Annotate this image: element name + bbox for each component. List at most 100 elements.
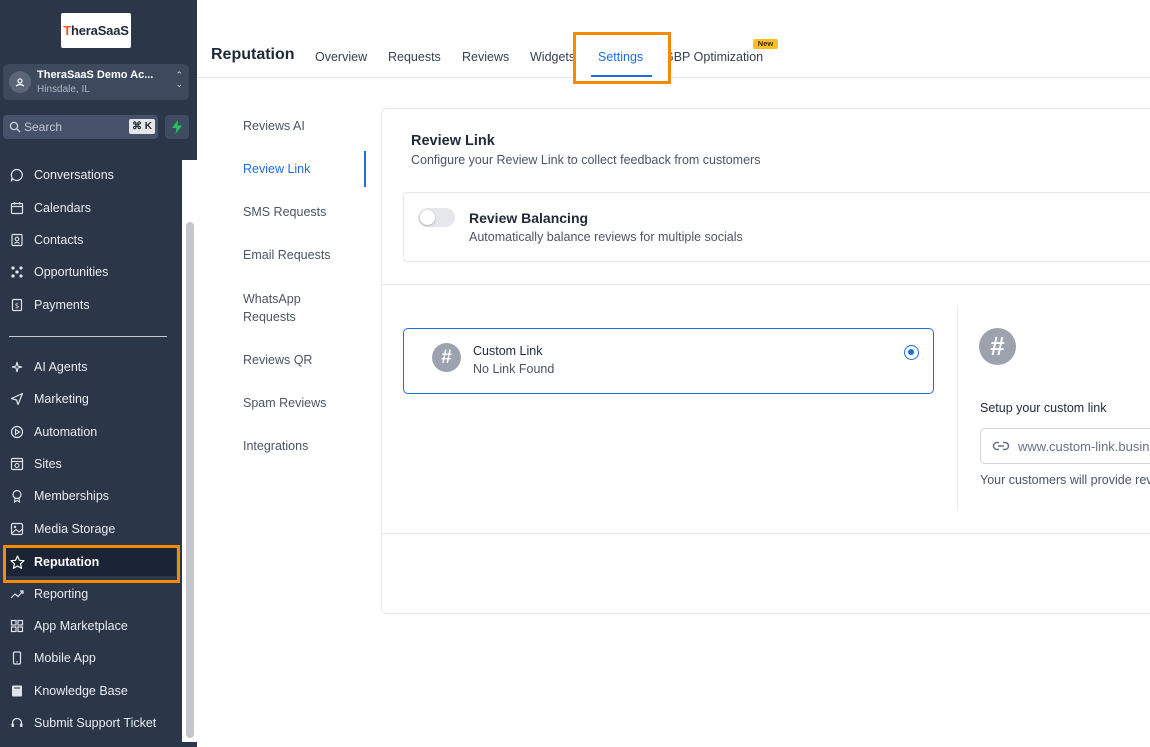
setup-custom-link-label: Setup your custom link — [980, 401, 1107, 415]
search-shortcut: ⌘ K — [129, 119, 155, 134]
card-footer-divider — [382, 533, 1150, 534]
settings-menu-whatsapp-requests[interactable]: WhatsApp Requests — [243, 290, 323, 326]
sidebar-item-label: Submit Support Ticket — [34, 716, 157, 730]
location-pin-icon — [9, 71, 31, 93]
custom-link-option-title: Custom Link — [473, 344, 543, 358]
logo-letter: T — [63, 23, 72, 38]
settings-menu-review-link[interactable]: Review Link — [243, 160, 310, 178]
sidebar-item-conversations[interactable]: Conversations — [0, 161, 180, 189]
search-input[interactable]: Search ⌘ K — [3, 115, 158, 139]
sparkle-icon — [9, 359, 25, 375]
settings-menu-reviews-qr[interactable]: Reviews QR — [243, 351, 312, 369]
calendar-icon — [9, 200, 25, 216]
custom-link-option-status: No Link Found — [473, 362, 555, 376]
review-balancing-subtitle: Automatically balance reviews for multip… — [469, 230, 743, 244]
sidebar: TheraSaaS TheraSaaS Demo Ac... Hinsdale,… — [0, 0, 197, 747]
sidebar-item-ai-agents[interactable]: AI Agents — [0, 353, 180, 381]
active-tab-indicator — [591, 75, 652, 77]
review-balancing-panel — [403, 192, 1150, 262]
review-balancing-title: Review Balancing — [469, 210, 589, 226]
sidebar-item-media-storage[interactable]: Media Storage — [0, 515, 180, 543]
headset-icon — [9, 715, 25, 731]
brand-logo[interactable]: TheraSaaS — [61, 13, 131, 48]
logo-text: heraSaaS — [71, 23, 129, 38]
sidebar-item-automation[interactable]: Automation — [0, 418, 180, 446]
toggle-knob — [420, 210, 435, 225]
sidebar-item-reporting[interactable]: Reporting — [0, 580, 180, 608]
vertical-divider — [957, 306, 958, 510]
hash-icon-large: # — [979, 328, 1016, 365]
sidebar-item-calendars[interactable]: Calendars — [0, 194, 180, 222]
sidebar-item-payments[interactable]: $ Payments — [0, 291, 180, 319]
tab-settings[interactable]: Settings — [598, 50, 643, 64]
sidebar-divider — [9, 336, 167, 337]
quick-action-bolt-icon[interactable] — [165, 115, 189, 139]
sidebar-item-label: Contacts — [34, 233, 84, 247]
sidebar-item-label: Sites — [34, 457, 62, 471]
sidebar-item-marketing[interactable]: Marketing — [0, 385, 180, 413]
settings-menu-active-indicator — [364, 151, 366, 187]
sidebar-item-label: Marketing — [34, 392, 89, 406]
sidebar-item-label: AI Agents — [34, 360, 88, 374]
search-placeholder: Search — [24, 120, 63, 134]
sidebar-item-label: Calendars — [34, 201, 91, 215]
sidebar-item-label: App Marketplace — [34, 619, 128, 633]
new-badge: New — [753, 39, 778, 49]
sidebar-item-memberships[interactable]: Memberships — [0, 482, 180, 510]
mobile-icon — [9, 650, 25, 666]
radio-dot — [908, 349, 914, 355]
payments-icon: $ — [9, 297, 25, 313]
sidebar-item-opportunities[interactable]: Opportunities — [0, 258, 180, 286]
custom-link-placeholder: www.custom-link.business — [1018, 439, 1150, 454]
account-name: TheraSaaS Demo Ac... — [37, 69, 154, 81]
account-location: Hinsdale, IL — [37, 84, 90, 95]
tab-requests[interactable]: Requests — [388, 50, 441, 64]
sidebar-item-knowledge-base[interactable]: Knowledge Base — [0, 677, 180, 705]
tab-widgets[interactable]: Widgets — [530, 50, 575, 64]
send-icon — [9, 391, 25, 407]
chat-bubble-icon — [9, 167, 25, 183]
review-balancing-toggle[interactable] — [418, 208, 455, 227]
book-icon — [9, 683, 25, 699]
badge-icon — [9, 488, 25, 504]
custom-link-helper-text: Your customers will provide reviews here — [980, 473, 1150, 487]
custom-link-radio[interactable] — [904, 345, 919, 360]
contacts-icon — [9, 232, 25, 248]
account-switcher[interactable]: TheraSaaS Demo Ac... Hinsdale, IL ⌃ ⌄ — [3, 64, 189, 100]
sidebar-item-label: Mobile App — [34, 651, 96, 665]
sidebar-item-sites[interactable]: Sites — [0, 450, 180, 478]
review-link-title: Review Link — [411, 133, 495, 149]
sidebar-item-app-marketplace[interactable]: App Marketplace — [0, 612, 180, 640]
sidebar-item-label: Knowledge Base — [34, 684, 128, 698]
opportunities-icon — [9, 264, 25, 280]
settings-menu-spam-reviews[interactable]: Spam Reviews — [243, 394, 326, 412]
search-icon — [9, 120, 21, 138]
sidebar-item-label: Conversations — [34, 168, 114, 182]
settings-menu-sms-requests[interactable]: SMS Requests — [243, 203, 326, 221]
custom-link-option[interactable] — [403, 328, 934, 394]
sites-icon — [9, 456, 25, 472]
top-navigation — [197, 0, 1150, 78]
reputation-highlight — [3, 545, 180, 583]
sidebar-item-label: Payments — [34, 298, 90, 312]
sidebar-scrollbar[interactable] — [186, 222, 194, 738]
tab-gbp-optimization[interactable]: GBP Optimization — [664, 50, 763, 64]
sidebar-item-submit-support-ticket[interactable]: Submit Support Ticket — [0, 709, 180, 737]
divider — [382, 284, 1150, 285]
chevron-updown-icon: ⌃ ⌄ — [175, 70, 183, 89]
sidebar-item-label: Media Storage — [34, 522, 116, 536]
custom-link-input[interactable]: www.custom-link.business — [980, 428, 1150, 464]
review-link-subtitle: Configure your Review Link to collect fe… — [411, 153, 761, 167]
sidebar-item-label: Reporting — [34, 587, 89, 601]
sidebar-item-label: Automation — [34, 425, 98, 439]
sidebar-item-mobile-app[interactable]: Mobile App — [0, 644, 180, 672]
tab-overview[interactable]: Overview — [315, 50, 367, 64]
image-icon — [9, 521, 25, 537]
tab-reviews[interactable]: Reviews — [462, 50, 509, 64]
settings-menu-reviews-ai[interactable]: Reviews AI — [243, 117, 305, 135]
grid-icon — [9, 618, 25, 634]
sidebar-item-contacts[interactable]: Contacts — [0, 226, 180, 254]
settings-menu-email-requests[interactable]: Email Requests — [243, 246, 331, 264]
trend-icon — [9, 586, 25, 602]
settings-menu-integrations[interactable]: Integrations — [243, 437, 308, 455]
